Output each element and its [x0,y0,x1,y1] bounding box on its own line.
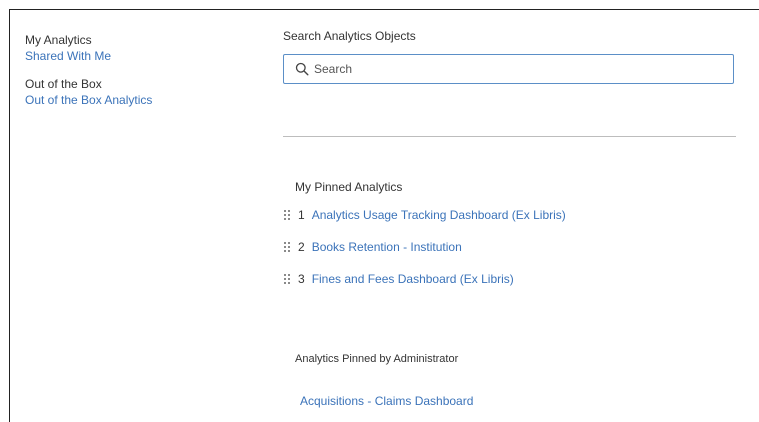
drag-handle-icon[interactable] [283,209,293,221]
admin-pinned-item-link[interactable]: Acquisitions - Claims Dashboard [300,394,473,408]
sidebar-group-title: Out of the Box [25,77,102,91]
pinned-item-number: 1 [298,208,305,222]
pinned-item-link[interactable]: Books Retention - Institution [312,240,462,254]
search-label: Search Analytics Objects [283,29,416,43]
pinned-item: 2 Books Retention - Institution [283,239,736,255]
pinned-item: 1 Analytics Usage Tracking Dashboard (Ex… [283,207,736,223]
pinned-item: 3 Fines and Fees Dashboard (Ex Libris) [283,271,736,287]
admin-pinned-list: Acquisitions - Claims Dashboard [300,392,473,410]
pinned-section-title: My Pinned Analytics [295,180,403,194]
pinned-item-number: 3 [298,272,305,286]
pinned-item-number: 2 [298,240,305,254]
sidebar-group-title: My Analytics [25,33,92,47]
pinned-item-link[interactable]: Analytics Usage Tracking Dashboard (Ex L… [312,208,566,222]
main-content: Search Analytics Objects My Pinned Analy… [283,28,736,408]
pinned-list: 1 Analytics Usage Tracking Dashboard (Ex… [283,207,736,303]
pinned-item-link[interactable]: Fines and Fees Dashboard (Ex Libris) [312,272,514,286]
sidebar: My Analytics Shared With Me Out of the B… [25,32,245,120]
admin-pinned-section-title: Analytics Pinned by Administrator [295,353,459,365]
divider [283,136,736,137]
drag-handle-icon[interactable] [283,273,293,285]
sidebar-group-out-of-the-box: Out of the Box Out of the Box Analytics [25,76,245,108]
search-icon [293,60,311,78]
sidebar-link-shared-with-me[interactable]: Shared With Me [25,48,245,64]
sidebar-group-my-analytics: My Analytics Shared With Me [25,32,245,64]
drag-handle-icon[interactable] [283,241,293,253]
search-input[interactable] [314,62,714,76]
search-box[interactable] [283,54,734,84]
sidebar-link-out-of-the-box-analytics[interactable]: Out of the Box Analytics [25,92,245,108]
